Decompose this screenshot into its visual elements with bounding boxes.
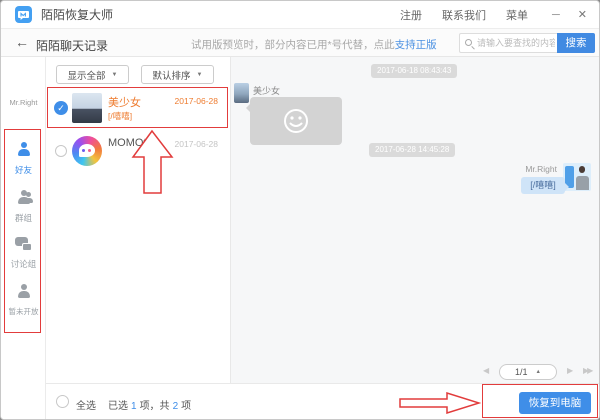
pagination: ◀ 1/1 ▲ ▶ ▶▶ <box>231 362 600 382</box>
chevron-up-icon: ▲ <box>536 369 541 375</box>
person-icon <box>16 283 32 299</box>
app-window: 陌陌恢复大师 注册 联系我们 菜单 ─ ✕ ← 陌陌聊天记录 试用版预览时，部分… <box>0 0 600 420</box>
outgoing-message-bubble: [/嘻嘻] <box>521 177 565 194</box>
conversation-date: 2017-06-28 <box>175 139 218 149</box>
smiley-emoji-icon <box>281 106 311 136</box>
conversation-item-selected[interactable]: ✓ 美少女 2017-06-28 [/嘻嘻] <box>48 88 226 128</box>
contact-avatar <box>72 93 102 123</box>
timestamp-badge: 2017-06-28 14:45:28 <box>369 143 455 157</box>
sidebar-item-groups[interactable]: 群组 <box>1 189 46 224</box>
trial-notice-text: 试用版预览时，部分内容已用*号代替，点此 <box>191 39 395 51</box>
sidebar-item-label: 讨论组 <box>1 258 46 270</box>
filter-dropdown[interactable]: 显示全部 ▼ <box>56 65 129 84</box>
conversation-list-panel: 显示全部 ▼ 默认排序 ▼ ✓ 美少女 2017-06-28 [/嘻嘻] MOM… <box>46 57 231 383</box>
page-number: 1/1 <box>515 367 528 377</box>
app-logo-icon <box>15 6 32 23</box>
chevron-down-icon: ▼ <box>197 72 203 78</box>
selection-summary: 已选1项，共2项 <box>108 397 191 412</box>
conversation-item[interactable]: MOMOt 2017-06-28 <box>48 131 226 171</box>
person-icon <box>16 141 32 157</box>
count-middle: 项，共 <box>140 401 170 412</box>
incoming-avatar <box>234 83 249 103</box>
search-input[interactable] <box>477 34 555 52</box>
incoming-sender-name: 美少女 <box>253 84 280 97</box>
selected-prefix: 已选 <box>108 401 128 412</box>
conversation-date: 2017-06-28 <box>175 96 218 106</box>
minimize-icon[interactable]: ─ <box>552 9 560 21</box>
selected-count: 1 <box>131 401 137 412</box>
chat-history-panel: 2017-06-18 08:43:43 美少女 2017-06-28 14:45… <box>231 57 600 383</box>
footer-bar: 全选 已选1项，共2项 恢复到电脑 <box>46 383 600 420</box>
menu-link[interactable]: 菜单 <box>506 7 528 23</box>
unchecked-checkbox-icon[interactable] <box>55 145 67 157</box>
sidebar-item-label: 群组 <box>1 212 46 224</box>
register-link[interactable]: 注册 <box>400 7 422 23</box>
sort-dropdown[interactable]: 默认排序 ▼ <box>141 65 214 84</box>
left-nav-sidebar: Mr.Right 好友 群组 讨论组 暂未开放 <box>1 57 46 420</box>
recover-to-computer-button[interactable]: 恢复到电脑 <box>519 392 591 414</box>
search-button[interactable]: 搜索 <box>557 33 595 53</box>
checked-checkbox-icon[interactable]: ✓ <box>54 101 68 115</box>
page-title: 陌陌聊天记录 <box>36 37 108 54</box>
close-icon[interactable]: ✕ <box>578 8 587 21</box>
sort-dropdown-label: 默认排序 <box>153 68 191 82</box>
message-preview: [/嘻嘻] <box>108 110 132 122</box>
app-title: 陌陌恢复大师 <box>41 6 113 23</box>
incoming-message-bubble <box>250 97 342 145</box>
chevron-down-icon: ▼ <box>112 72 118 78</box>
filter-dropdown-label: 显示全部 <box>68 68 106 82</box>
chat-bubbles-icon <box>15 236 32 251</box>
trial-notice: 试用版预览时，部分内容已用*号代替，点此支持正版 <box>191 37 437 52</box>
contact-name: 美少女 <box>108 94 141 110</box>
sidebar-item-discussion[interactable]: 讨论组 <box>1 236 46 270</box>
sidebar-item-not-open[interactable]: 暂未开放 <box>1 283 46 317</box>
outgoing-sender-name: Mr.Right <box>525 164 557 174</box>
search-box <box>459 33 557 53</box>
sidebar-item-friends[interactable]: 好友 <box>1 141 46 176</box>
select-all-checkbox[interactable] <box>56 395 69 408</box>
support-genuine-link[interactable]: 支持正版 <box>395 39 437 51</box>
sidebar-item-label: 好友 <box>1 164 46 176</box>
titlebar: 陌陌恢复大师 注册 联系我们 菜单 ─ ✕ <box>1 1 600 29</box>
back-icon[interactable]: ← <box>15 34 29 50</box>
count-suffix: 项 <box>181 401 191 412</box>
select-all-label[interactable]: 全选 <box>76 397 96 412</box>
people-icon <box>16 189 32 205</box>
prev-page-icon[interactable]: ◀ <box>483 366 489 375</box>
momo-app-logo-icon <box>72 136 102 166</box>
sidebar-item-label: 暂未开放 <box>1 306 46 317</box>
profile-name: Mr.Right <box>1 98 46 107</box>
timestamp-badge: 2017-06-18 08:43:43 <box>371 64 457 78</box>
search-icon <box>465 39 472 46</box>
contact-name: MOMOt <box>108 137 148 149</box>
last-page-icon[interactable]: ▶▶ <box>583 366 591 375</box>
next-page-icon[interactable]: ▶ <box>567 366 573 375</box>
page-indicator[interactable]: 1/1 ▲ <box>499 364 557 380</box>
contact-us-link[interactable]: 联系我们 <box>442 7 486 23</box>
subheader: ← 陌陌聊天记录 试用版预览时，部分内容已用*号代替，点此支持正版 搜索 <box>1 29 600 57</box>
total-count: 2 <box>173 401 179 412</box>
